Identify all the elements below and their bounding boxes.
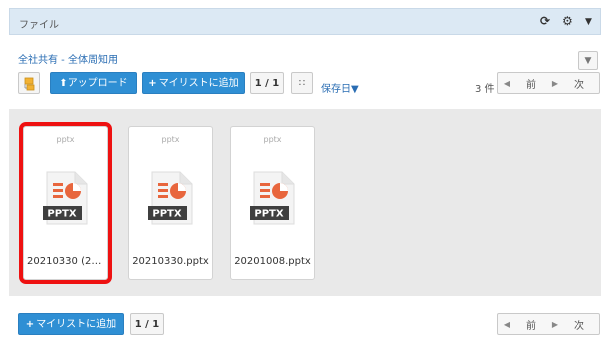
item-count: 3 件 [475, 84, 495, 95]
file-grid: pptx PPTX 20210330 (2)... pptx PPTX 2021… [9, 109, 601, 296]
grid-view-button[interactable]: ∷ [291, 72, 313, 94]
sort-by-date-link[interactable]: 保存日▼ [321, 80, 359, 95]
file-extension: pptx [56, 135, 75, 144]
svg-text:PPTX: PPTX [47, 209, 76, 220]
grid-icon: ∷ [298, 78, 306, 89]
upload-button[interactable]: ⬆アップロード [50, 72, 137, 94]
collapse-button[interactable]: ▼ [578, 51, 598, 70]
caret-down-icon[interactable]: ▼ [585, 17, 592, 27]
chevron-down-icon: ▼ [584, 56, 592, 66]
file-extension: pptx [161, 135, 180, 144]
panel-title: ファイル [19, 20, 59, 31]
page-indicator-bottom: 1 / 1 [130, 313, 164, 335]
add-mylist-button[interactable]: + マイリストに追加 [142, 72, 245, 94]
next-arrow-icon[interactable]: ▶ [546, 79, 564, 88]
file-name: 20210330 (2)... [27, 256, 105, 267]
refresh-icon[interactable]: ⟳ [540, 14, 550, 28]
top-pager: ◀ 前 ▶ 次 [497, 72, 600, 94]
prev-arrow-icon[interactable]: ◀ [498, 79, 516, 88]
file-card[interactable]: pptx PPTX 20201008.pptx [230, 126, 315, 280]
folder-tree-button[interactable] [18, 72, 40, 94]
pptx-file-icon: PPTX [43, 171, 88, 225]
file-card[interactable]: pptx PPTX 20210330.pptx [128, 126, 213, 280]
folder-tree-icon [24, 77, 35, 91]
bottom-pager: ◀ 前 ▶ 次 [497, 313, 600, 335]
prev-page-button[interactable]: 前 [516, 76, 546, 91]
next-page-button[interactable]: 次 [564, 317, 594, 332]
pptx-file-icon: PPTX [148, 171, 193, 225]
file-name: 20210330.pptx [132, 256, 209, 267]
add-mylist-button-bottom[interactable]: + マイリストに追加 [18, 313, 124, 335]
file-card[interactable]: pptx PPTX 20210330 (2)... [19, 122, 112, 284]
breadcrumb[interactable]: 全社共有 - 全体周知用 [18, 51, 118, 66]
plus-icon: + [25, 319, 35, 330]
file-name: 20201008.pptx [234, 256, 311, 267]
prev-page-button[interactable]: 前 [516, 317, 546, 332]
page-indicator: 1 / 1 [250, 72, 284, 94]
svg-text:PPTX: PPTX [152, 209, 181, 220]
svg-text:PPTX: PPTX [254, 209, 283, 220]
file-extension: pptx [263, 135, 282, 144]
plus-icon: + [148, 78, 157, 89]
next-arrow-icon[interactable]: ▶ [546, 320, 564, 329]
panel-header: ファイル ⟳ ⚙ ▼ [9, 8, 601, 35]
next-page-button[interactable]: 次 [564, 76, 594, 91]
files-panel: ファイル ⟳ ⚙ ▼ 全社共有 - 全体周知用 ▼ ⬆アップロード + マイリスト… [9, 8, 601, 337]
prev-arrow-icon[interactable]: ◀ [498, 320, 516, 329]
upload-arrow-icon: ⬆ [59, 78, 68, 89]
pptx-file-icon: PPTX [250, 171, 295, 225]
gear-icon[interactable]: ⚙ [562, 14, 573, 28]
